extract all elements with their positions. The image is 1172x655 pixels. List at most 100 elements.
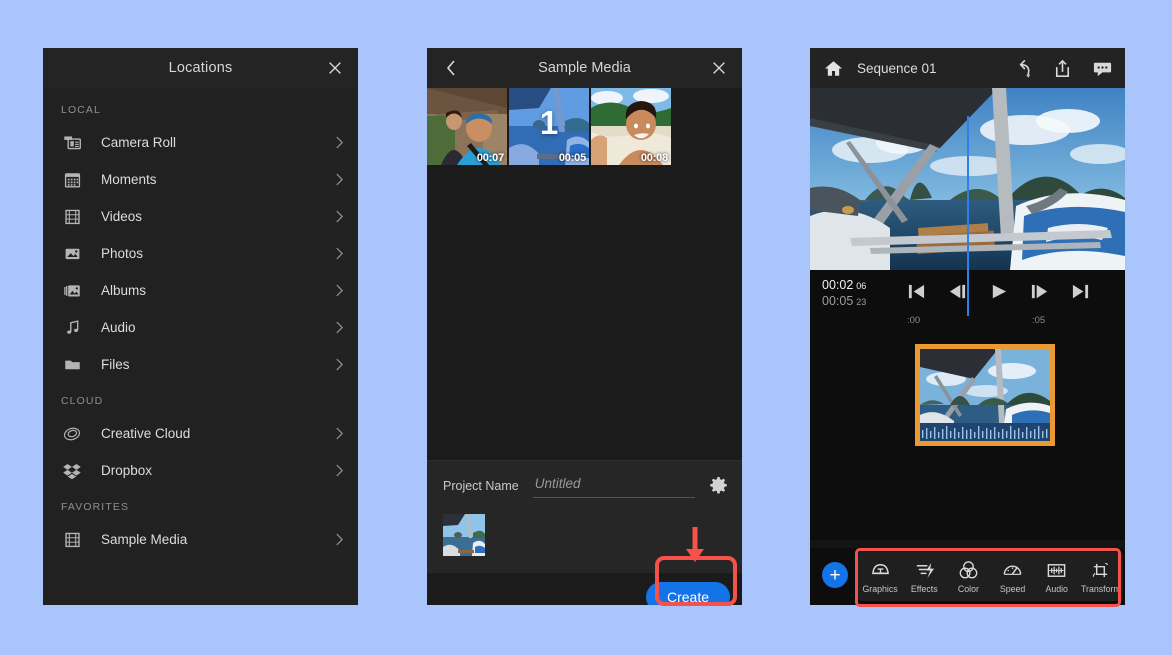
sidebar-item-label: Creative Cloud bbox=[101, 426, 191, 441]
step-back-icon[interactable] bbox=[948, 283, 967, 300]
albums-icon bbox=[61, 280, 83, 302]
sidebar-item-label: Sample Media bbox=[101, 532, 188, 547]
speed-icon bbox=[1002, 560, 1023, 581]
tool-label: Transform bbox=[1080, 583, 1121, 594]
chevron-right-icon bbox=[335, 135, 344, 150]
sidebar-item-moments[interactable]: Moments bbox=[43, 161, 358, 198]
transform-icon bbox=[1090, 560, 1111, 581]
timeline-ruler[interactable]: :00 :05 bbox=[810, 312, 1125, 340]
skip-to-start-icon[interactable] bbox=[907, 283, 926, 300]
music-note-icon bbox=[61, 317, 83, 339]
add-media-button[interactable]: + bbox=[822, 562, 848, 588]
media-empty-area bbox=[427, 165, 742, 460]
chevron-right-icon bbox=[335, 246, 344, 261]
chevron-right-icon bbox=[335, 209, 344, 224]
tool-audio[interactable]: Audio bbox=[1035, 560, 1079, 594]
chevron-left-icon[interactable] bbox=[445, 59, 457, 77]
gear-icon[interactable] bbox=[709, 476, 728, 495]
locations-list: LOCAL Camera Roll Moments Videos Photos … bbox=[43, 88, 358, 605]
create-bar: Create bbox=[427, 573, 742, 605]
tool-label: Color bbox=[957, 583, 979, 594]
media-browser-panel: Sample Media 00:07 1 00:05 00:08 Project… bbox=[427, 48, 742, 605]
media-thumbnail-selected[interactable]: 1 00:05 bbox=[509, 88, 589, 165]
sidebar-item-label: Albums bbox=[101, 283, 147, 298]
sidebar-item-albums[interactable]: Albums bbox=[43, 272, 358, 309]
tool-label: Effects bbox=[910, 583, 938, 594]
locations-title: Locations bbox=[168, 60, 233, 76]
project-name-input[interactable] bbox=[532, 473, 695, 498]
thumbnail-duration: 00:05 bbox=[558, 152, 586, 164]
tool-graphics[interactable]: Graphics bbox=[858, 560, 902, 594]
step-forward-icon[interactable] bbox=[1030, 283, 1049, 300]
sidebar-item-audio[interactable]: Audio bbox=[43, 309, 358, 346]
chevron-right-icon bbox=[335, 426, 344, 441]
locations-panel: Locations LOCAL Camera Roll Moments Vide… bbox=[43, 48, 358, 605]
timecode-current-line: 00:02 06 bbox=[822, 277, 866, 293]
tool-effects[interactable]: Effects bbox=[902, 560, 946, 594]
sidebar-item-label: Audio bbox=[101, 320, 136, 335]
close-icon[interactable] bbox=[710, 59, 728, 77]
sidebar-item-label: Moments bbox=[101, 172, 157, 187]
create-button[interactable]: Create bbox=[645, 581, 730, 605]
sidebar-item-creative-cloud[interactable]: Creative Cloud bbox=[43, 415, 358, 452]
tool-color[interactable]: Color bbox=[946, 560, 990, 594]
tool-label: Speed bbox=[999, 583, 1026, 594]
media-title: Sample Media bbox=[538, 60, 631, 76]
editor-header: Sequence 01 bbox=[810, 48, 1125, 88]
timecode-total: 00:05 bbox=[822, 294, 854, 308]
annotation-arrow-icon bbox=[686, 527, 704, 562]
tool-transform[interactable]: Transform bbox=[1079, 560, 1123, 594]
camera-roll-icon bbox=[61, 132, 83, 154]
sidebar-item-label: Dropbox bbox=[101, 463, 153, 478]
clip-audio-waveform bbox=[920, 423, 1050, 441]
media-thumbnail[interactable]: 00:08 bbox=[591, 88, 671, 165]
project-name-row: Project Name bbox=[427, 460, 742, 510]
sidebar-item-photos[interactable]: Photos bbox=[43, 235, 358, 272]
chevron-right-icon bbox=[335, 172, 344, 187]
thumbnail-duration: 00:08 bbox=[640, 152, 668, 164]
close-icon[interactable] bbox=[326, 59, 344, 77]
skip-to-end-icon[interactable] bbox=[1071, 283, 1090, 300]
group-label-cloud: CLOUD bbox=[61, 395, 104, 407]
timeline-track-area[interactable] bbox=[810, 340, 1125, 540]
sidebar-item-label: Videos bbox=[101, 209, 143, 224]
media-thumbnail-grid: d 00:07 1 00:05 bbox=[427, 88, 742, 165]
sidebar-item-files[interactable]: Files bbox=[43, 346, 358, 383]
undo-icon[interactable] bbox=[1012, 58, 1033, 79]
timecode-total-frames: 23 bbox=[856, 297, 867, 307]
sidebar-item-dropbox[interactable]: Dropbox bbox=[43, 452, 358, 489]
tool-speed[interactable]: Speed bbox=[991, 560, 1035, 594]
chevron-right-icon bbox=[335, 320, 344, 335]
timecode-total-line: 00:05 23 bbox=[822, 293, 866, 309]
color-icon bbox=[958, 560, 979, 581]
media-header: Sample Media bbox=[427, 48, 742, 88]
sidebar-item-label: Camera Roll bbox=[101, 135, 177, 150]
share-icon[interactable] bbox=[1052, 58, 1073, 79]
home-icon[interactable] bbox=[824, 59, 843, 78]
sidebar-item-sample-media[interactable]: Sample Media bbox=[43, 521, 358, 558]
chevron-right-icon bbox=[335, 532, 344, 547]
graphics-icon bbox=[870, 560, 891, 581]
media-thumbnail[interactable]: d 00:07 bbox=[427, 88, 507, 165]
sidebar-item-videos[interactable]: Videos bbox=[43, 198, 358, 235]
creative-cloud-icon bbox=[61, 423, 83, 445]
ruler-tick: :00 bbox=[907, 315, 921, 326]
timeline-playhead[interactable] bbox=[967, 116, 969, 316]
timecode-display: 00:02 06 00:05 23 bbox=[822, 277, 866, 309]
comment-icon[interactable] bbox=[1092, 58, 1113, 79]
sidebar-item-label: Files bbox=[101, 357, 130, 372]
group-label-favorites: FAVORITES bbox=[61, 501, 130, 513]
thumbnail-duration: 00:07 bbox=[476, 152, 504, 164]
timeline-clip[interactable] bbox=[915, 344, 1055, 446]
film-strip-icon bbox=[61, 206, 83, 228]
sidebar-item-camera-roll[interactable]: Camera Roll bbox=[43, 124, 358, 161]
editor-panel: Sequence 01 00:02 06 00:05 23:00:05 + … bbox=[810, 48, 1125, 605]
play-icon[interactable] bbox=[989, 283, 1008, 300]
project-media-thumbnail[interactable] bbox=[443, 514, 485, 556]
screenshot-stage: Locations LOCAL Camera Roll Moments Vide… bbox=[0, 0, 1172, 655]
tool-label: Graphics bbox=[862, 583, 898, 594]
chevron-right-icon bbox=[335, 463, 344, 478]
folder-icon bbox=[61, 354, 83, 376]
group-label-local: LOCAL bbox=[61, 104, 101, 116]
sidebar-item-label: Photos bbox=[101, 246, 144, 261]
